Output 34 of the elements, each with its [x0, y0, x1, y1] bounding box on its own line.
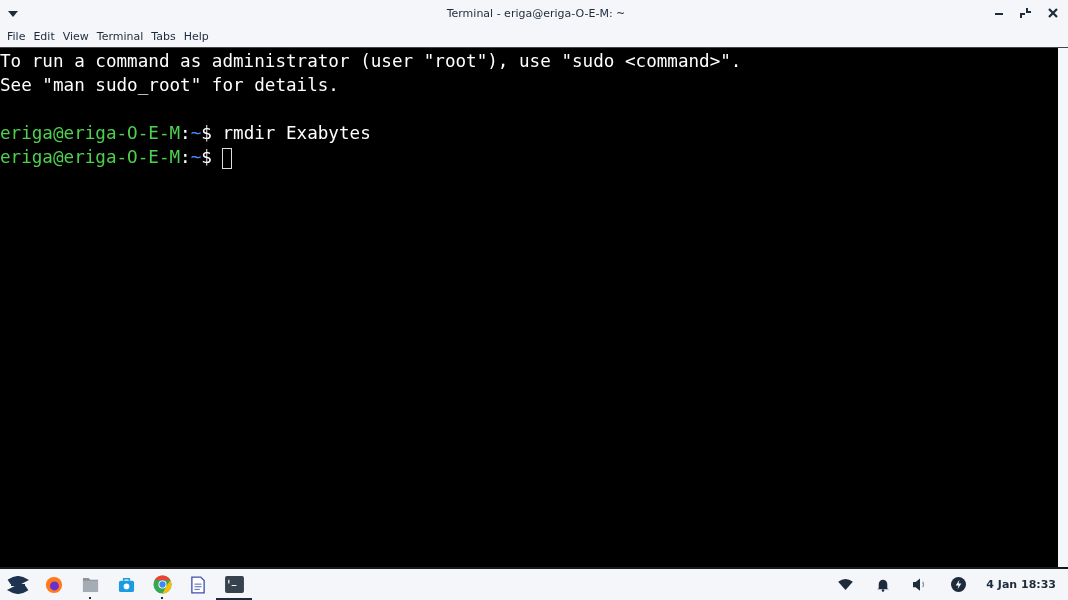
text-cursor [221, 147, 232, 169]
menu-item[interactable]: Terminal [92, 30, 148, 43]
browser-icon [152, 575, 172, 594]
clock[interactable]: 4 Jan 18:33 [986, 578, 1056, 591]
wifi-icon[interactable] [838, 579, 854, 590]
window-title: Terminal - eriga@eriga-O-E-M: ~ [445, 6, 627, 20]
bell-icon[interactable] [877, 577, 890, 592]
terminal-output: To run a command as administrator (user "root"), use "sudo <command>". [0, 50, 743, 73]
prompt-path: ~ [190, 147, 202, 167]
shopping-bag-icon [117, 576, 135, 593]
document-icon [191, 575, 205, 594]
terminal-icon [224, 576, 244, 593]
restore-icon[interactable] [1020, 7, 1032, 19]
prompt-path: ~ [190, 123, 202, 143]
prompt-user: eriga@eriga-O-E-M [0, 147, 181, 167]
menu-item[interactable]: Help [179, 30, 213, 43]
menu-caret-icon[interactable] [8, 11, 18, 17]
scrollbar[interactable] [1058, 48, 1068, 567]
browser-icon [45, 575, 63, 594]
menu-item[interactable]: Edit [29, 30, 59, 43]
lightning-icon[interactable] [951, 577, 967, 592]
launcher-icon [7, 575, 29, 594]
close-icon[interactable] [1048, 8, 1058, 18]
menu-item[interactable]: File [3, 30, 30, 43]
menu-item[interactable]: View [58, 30, 93, 43]
terminal-area[interactable]: To run a command as administrator (user "root"), use "sudo <command>". See "man sudo_root" for details. eriga@eriga-O-E-M:~$ rmdir Exabytes eriga@eriga-O-E-M:~$ [0, 47, 1068, 567]
folder-icon [81, 576, 99, 593]
prompt-separator: : [180, 147, 191, 167]
prompt-command: $ rmdir Exabytes [201, 123, 371, 143]
prompt-user: eriga@eriga-O-E-M [0, 123, 181, 143]
terminal-output: See "man sudo_root" for details. [0, 74, 340, 97]
menu-item[interactable]: Tabs [147, 30, 180, 43]
prompt-separator: : [180, 123, 191, 143]
prompt-command: $ [201, 147, 212, 167]
